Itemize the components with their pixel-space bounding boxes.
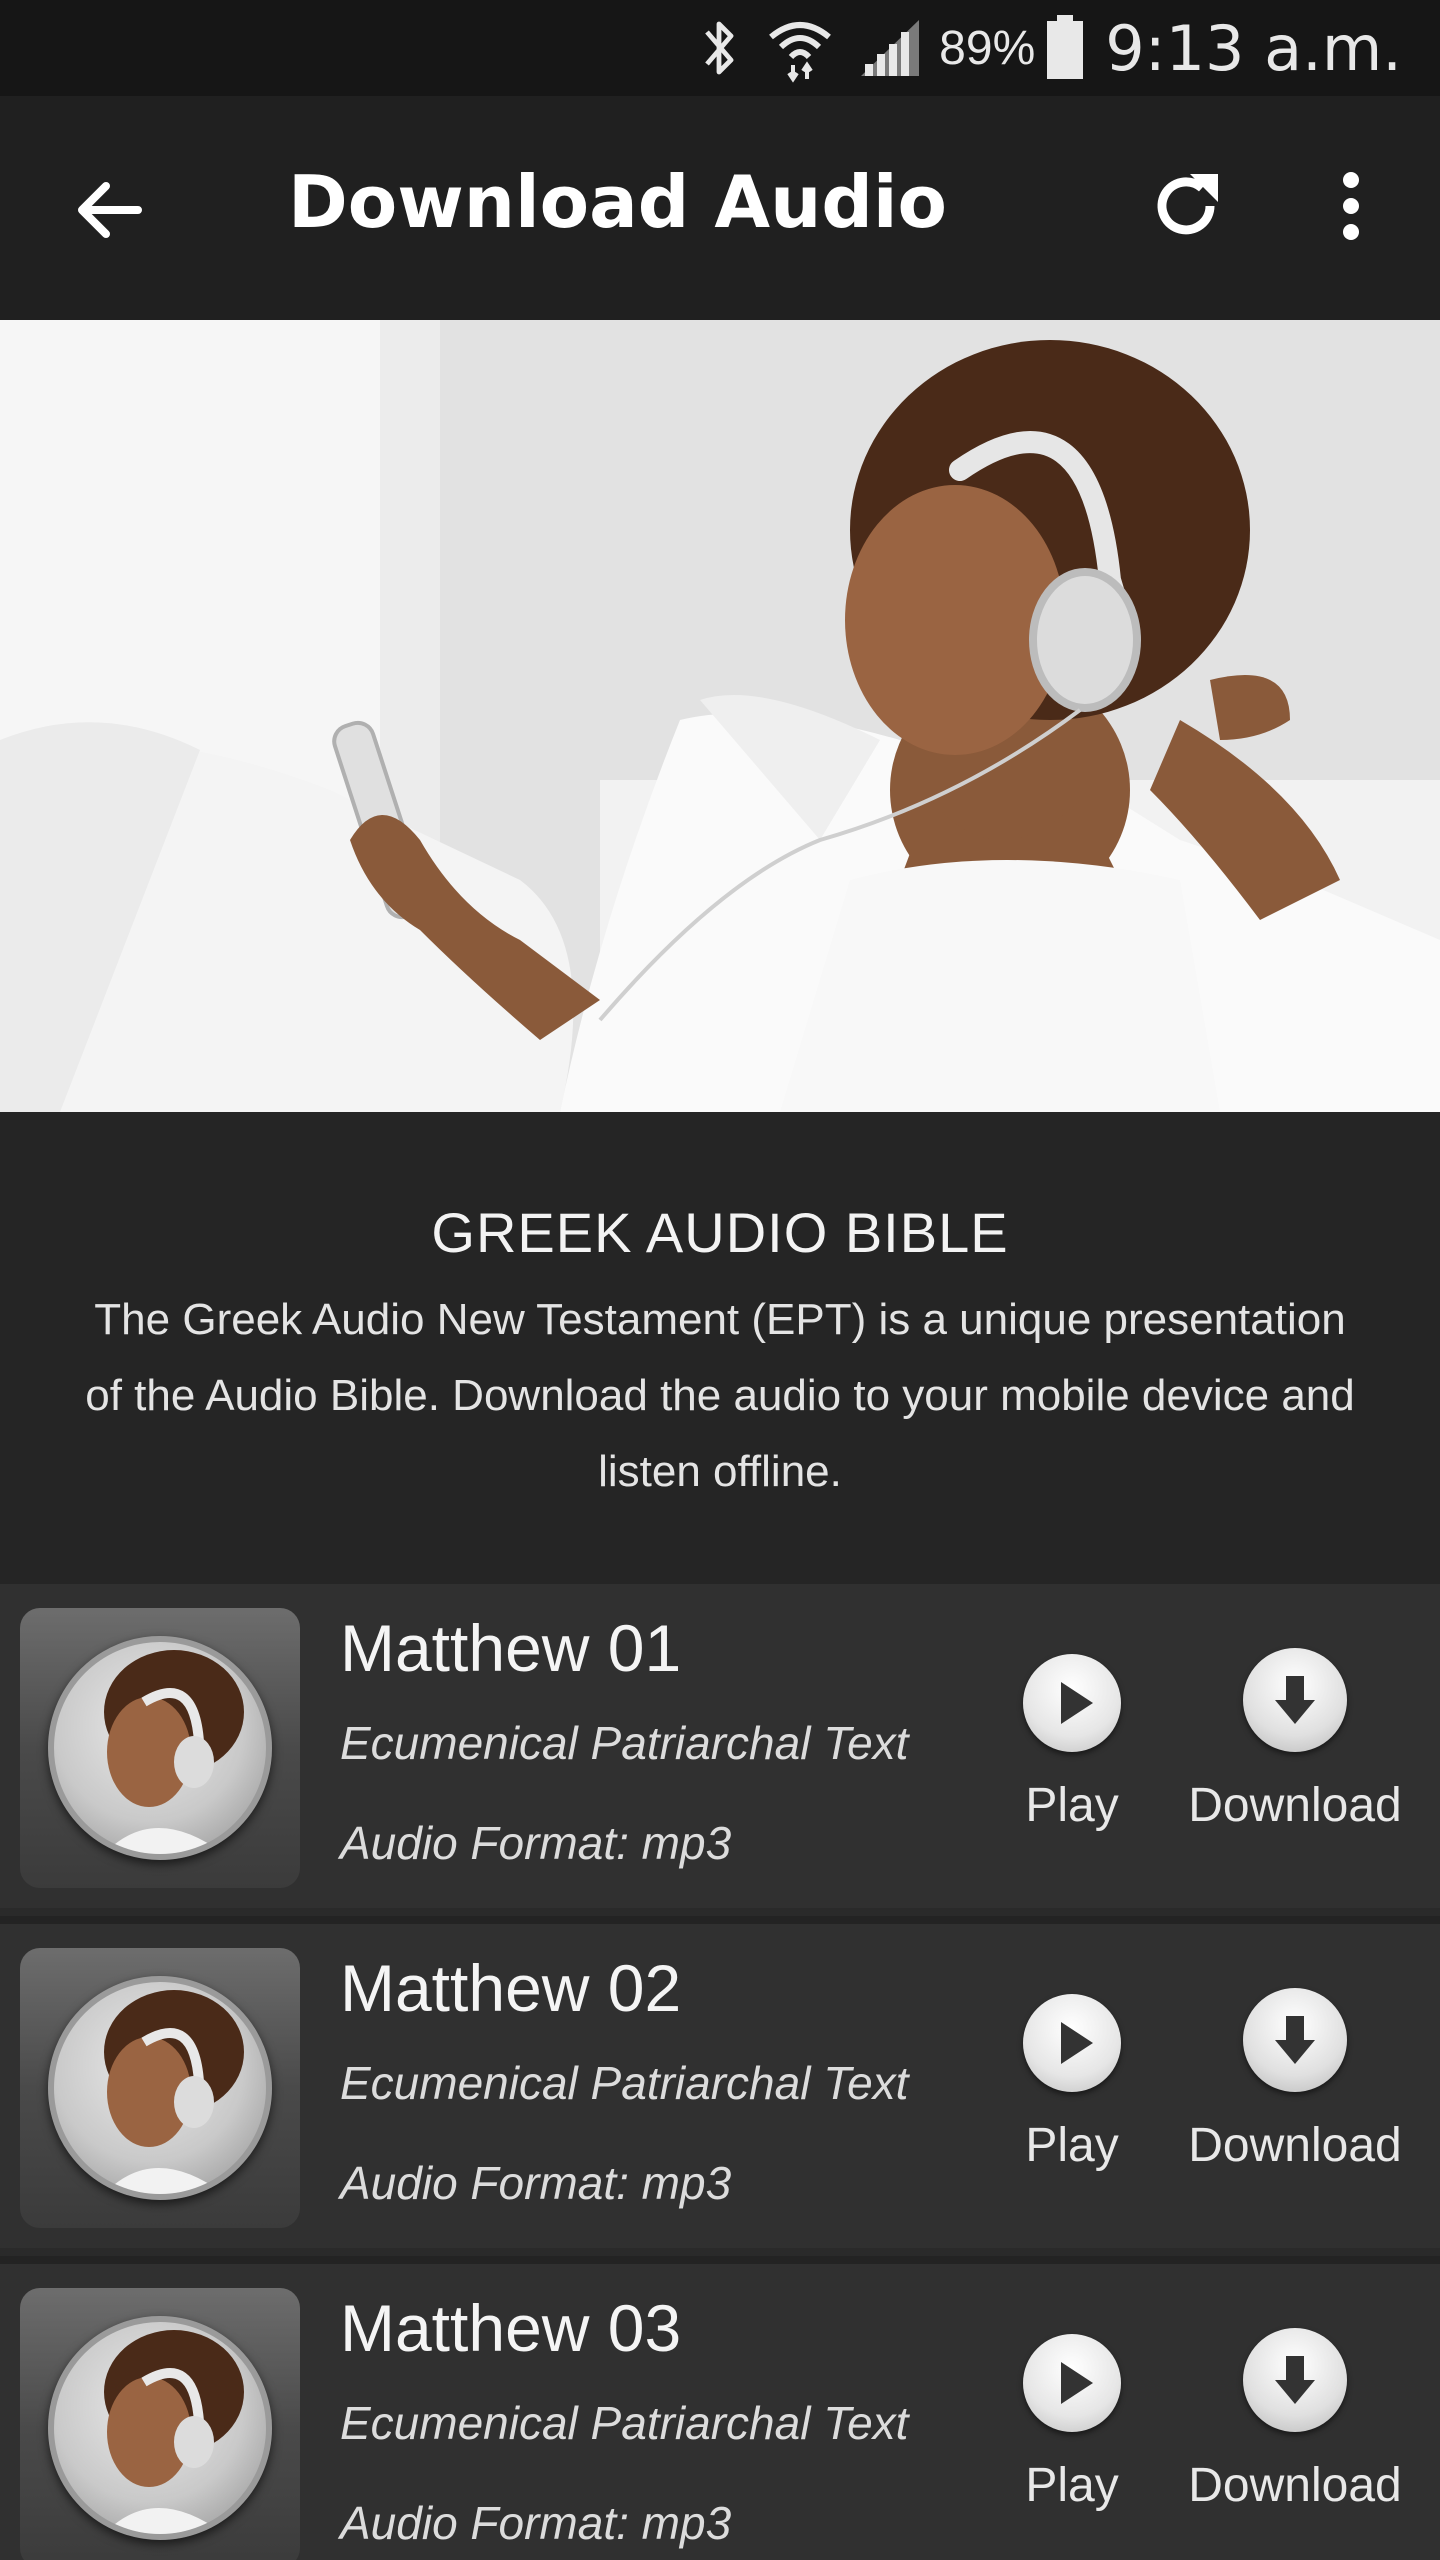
track-title: Matthew 03 (340, 2291, 682, 2365)
info-heading: GREEK AUDIO BIBLE (431, 1201, 1009, 1264)
back-arrow-icon[interactable] (70, 170, 150, 250)
play-label[interactable]: Play (1012, 2118, 1132, 2173)
track-subtitle: Ecumenical Patriarchal Text (340, 1717, 909, 1769)
track-row[interactable]: Matthew 02 Ecumenical Patriarchal Text A… (0, 1924, 1440, 2256)
audio-bible-info: GREEK AUDIO BIBLE The Greek Audio New Te… (0, 1112, 1440, 1584)
track-format: Audio Format: mp3 (340, 2497, 732, 2549)
play-icon[interactable] (1023, 2334, 1121, 2432)
signal-icon (857, 16, 923, 80)
track-subtitle: Ecumenical Patriarchal Text (340, 2397, 909, 2449)
track-thumbnail (20, 1608, 300, 1888)
play-button[interactable]: Play (1012, 2334, 1132, 2534)
more-vert-icon[interactable] (1316, 166, 1386, 246)
play-icon[interactable] (1023, 1994, 1121, 2092)
page-title: Download Audio (288, 160, 948, 244)
track-format: Audio Format: mp3 (340, 2157, 732, 2209)
refresh-icon[interactable] (1146, 166, 1226, 246)
status-bar: 89% 9:13 a.m. (0, 0, 1440, 96)
track-list: Matthew 01 Ecumenical Patriarchal Text A… (0, 1584, 1440, 2560)
track-thumbnail (20, 1948, 300, 2228)
track-title: Matthew 02 (340, 1951, 682, 2025)
download-icon[interactable] (1243, 1988, 1347, 2092)
info-description: The Greek Audio New Testament (EPT) is a… (85, 1295, 1355, 1496)
bluetooth-icon (695, 16, 743, 80)
track-thumbnail (20, 2288, 300, 2560)
wifi-icon (765, 13, 835, 83)
download-button[interactable]: Download (1180, 1648, 1410, 1858)
download-button[interactable]: Download (1180, 2328, 1410, 2538)
track-row[interactable]: Matthew 01 Ecumenical Patriarchal Text A… (0, 1584, 1440, 1916)
download-label[interactable]: Download (1180, 2458, 1410, 2513)
track-title: Matthew 01 (340, 1611, 682, 1685)
download-label[interactable]: Download (1180, 1778, 1410, 1833)
play-label[interactable]: Play (1012, 1778, 1132, 1833)
play-button[interactable]: Play (1012, 1994, 1132, 2194)
download-label[interactable]: Download (1180, 2118, 1410, 2173)
play-button[interactable]: Play (1012, 1654, 1132, 1854)
battery-percent: 89% (939, 21, 1036, 75)
track-subtitle: Ecumenical Patriarchal Text (340, 2057, 909, 2109)
track-format: Audio Format: mp3 (340, 1817, 732, 1869)
download-icon[interactable] (1243, 2328, 1347, 2432)
play-label[interactable]: Play (1012, 2458, 1132, 2513)
track-row[interactable]: Matthew 03 Ecumenical Patriarchal Text A… (0, 2264, 1440, 2560)
battery-icon (1045, 15, 1085, 81)
clock: 9:13 a.m. (1105, 11, 1402, 85)
download-button[interactable]: Download (1180, 1988, 1410, 2198)
app-bar: Download Audio (0, 96, 1440, 320)
play-icon[interactable] (1023, 1654, 1121, 1752)
download-icon[interactable] (1243, 1648, 1347, 1752)
hero-image (0, 320, 1440, 1112)
